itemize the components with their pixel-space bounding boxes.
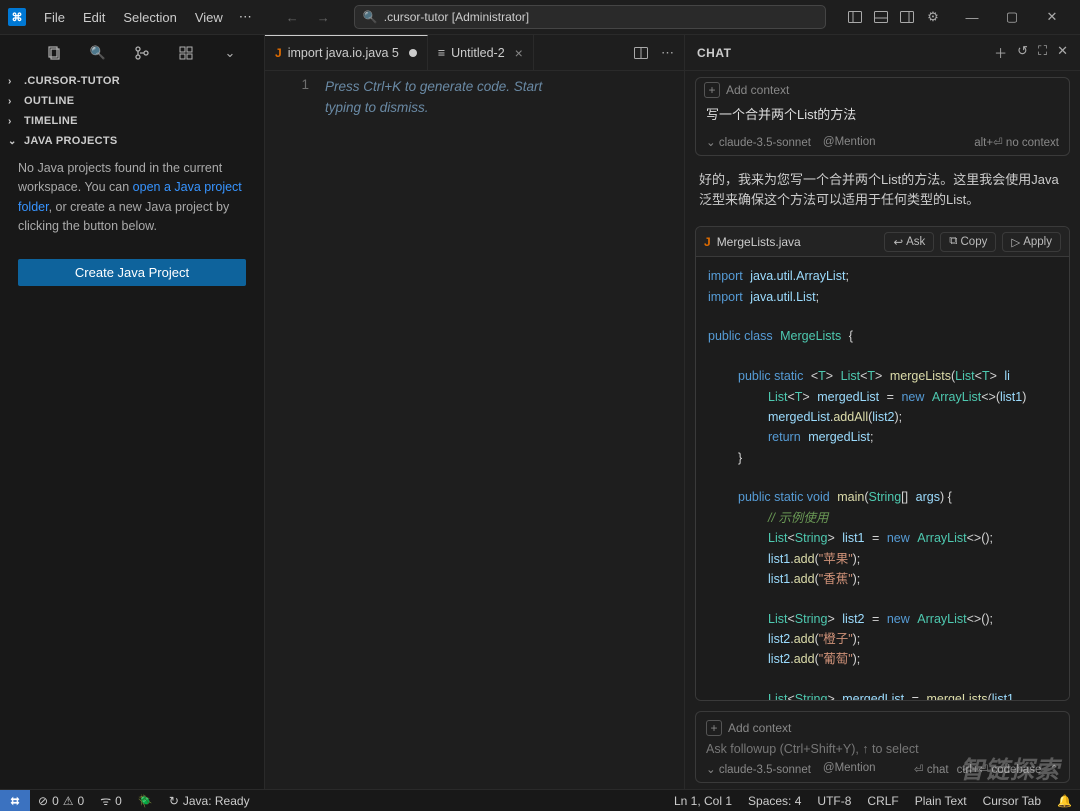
split-editor-icon[interactable] <box>633 45 649 61</box>
section-outline[interactable]: ›OUTLINE <box>0 91 264 111</box>
section-timeline[interactable]: ›TIMELINE <box>0 111 264 131</box>
source-control-icon[interactable] <box>134 45 150 61</box>
status-errors[interactable]: ⊘0 ⚠0 <box>30 794 92 808</box>
chat-new-icon[interactable]: ＋ <box>994 43 1007 62</box>
explorer-files-icon[interactable] <box>46 45 62 61</box>
add-context-label[interactable]: Add context <box>726 83 789 97</box>
hint-codebase: ctrl+⏎ codebase <box>957 762 1042 776</box>
assistant-reply: 好的，我来为您写一个合并两个List的方法。这里我会使用Java泛型来确保这个方… <box>685 162 1080 218</box>
menu-more-icon[interactable]: ⋯ <box>231 5 262 29</box>
menu-edit[interactable]: Edit <box>75 6 113 29</box>
code-copy-button[interactable]: ⧉ Copy <box>940 232 996 252</box>
status-encoding[interactable]: UTF-8 <box>809 794 859 808</box>
error-icon: ⊘ <box>38 794 48 808</box>
chevron-down-icon[interactable]: ⌄ <box>222 45 238 61</box>
add-context-icon[interactable]: + <box>704 82 720 98</box>
status-ln-col[interactable]: Ln 1, Col 1 <box>666 794 740 808</box>
chat-close-icon[interactable]: ✕ <box>1057 43 1068 62</box>
editor-placeholder-2: typing to dismiss. <box>325 98 542 119</box>
line-number: 1 <box>301 77 309 92</box>
spinner-icon: ↻ <box>169 794 179 808</box>
menu-view[interactable]: View <box>187 6 231 29</box>
add-context-label[interactable]: Add context <box>728 721 791 735</box>
code-apply-button[interactable]: ▷ Apply <box>1002 232 1061 252</box>
mention-button[interactable]: @Mention <box>823 136 876 148</box>
menu-bar: File Edit Selection View <box>36 6 231 29</box>
code-block: J MergeLists.java ↩ Ask ⧉ Copy ▷ Apply im… <box>695 226 1070 701</box>
status-spaces[interactable]: Spaces: 4 <box>740 794 809 808</box>
radio-icon: ᯤ <box>100 792 111 809</box>
followup-mention[interactable]: @Mention <box>823 762 876 776</box>
tab-close-icon[interactable]: × <box>515 45 523 61</box>
layout-panel-bottom-icon[interactable] <box>872 8 890 26</box>
create-java-project-button[interactable]: Create Java Project <box>18 259 246 286</box>
window-close-icon[interactable]: ✕ <box>1032 3 1072 31</box>
java-file-icon: J <box>704 235 711 249</box>
nav-back-icon[interactable]: ← <box>282 6 303 29</box>
status-ports[interactable]: ᯤ0 <box>92 792 130 809</box>
code-content[interactable]: import java.util.ArrayList; import java.… <box>696 257 1069 701</box>
status-debug-icon[interactable]: 🪲 <box>130 794 161 808</box>
explorer-search-icon[interactable]: 🔍 <box>90 45 106 61</box>
file-icon: ≡ <box>438 46 445 60</box>
tab-untitled[interactable]: ≡ Untitled-2 × <box>428 35 534 70</box>
menu-file[interactable]: File <box>36 6 73 29</box>
search-icon: 🔍 <box>363 10 378 24</box>
layout-panel-right-icon[interactable] <box>898 8 916 26</box>
app-logo: ⌘ <box>8 8 26 26</box>
nav-forward-icon[interactable]: → <box>313 6 334 29</box>
more-actions-icon[interactable]: ⋯ <box>661 45 674 61</box>
status-eol[interactable]: CRLF <box>859 794 906 808</box>
window-minimize-icon[interactable]: — <box>952 3 992 31</box>
chat-history-icon[interactable]: ↺ <box>1017 43 1028 62</box>
status-language[interactable]: Plain Text <box>907 794 975 808</box>
settings-gear-icon[interactable]: ⚙ <box>924 8 942 26</box>
add-context-icon[interactable]: + <box>706 720 722 736</box>
status-java[interactable]: ↻Java: Ready <box>161 794 258 808</box>
menu-selection[interactable]: Selection <box>115 6 184 29</box>
editor-placeholder: Press Ctrl+K to generate code. Start <box>325 77 542 98</box>
followup-box: + Add context Ask followup (Ctrl+Shift+Y)… <box>695 711 1070 783</box>
hint-more[interactable]: ⌃ <box>1049 762 1059 776</box>
model-picker[interactable]: ⌄ claude-3.5-sonnet <box>706 135 811 149</box>
omnibox-text: .cursor-tutor [Administrator] <box>384 10 529 24</box>
java-projects-body: No Java projects found in the current wo… <box>0 151 264 245</box>
section-java-projects[interactable]: ⌄JAVA PROJECTS <box>0 131 264 151</box>
extensions-icon[interactable] <box>178 45 194 61</box>
java-file-icon: J <box>275 46 282 60</box>
code-filename: MergeLists.java <box>717 235 801 249</box>
tab-java-file[interactable]: J import java.io.java 5 <box>265 35 428 70</box>
command-center[interactable]: 🔍 .cursor-tutor [Administrator] <box>354 5 826 29</box>
window-maximize-icon[interactable]: ▢ <box>992 3 1032 31</box>
editor-area[interactable]: 1 Press Ctrl+K to generate code. Start t… <box>265 71 684 789</box>
followup-model-picker[interactable]: ⌄ claude-3.5-sonnet <box>706 762 811 776</box>
chat-user-prompt[interactable]: 写一个合并两个List的方法 <box>696 102 1069 131</box>
remote-indicator[interactable] <box>0 790 30 811</box>
status-cursor-tab[interactable]: Cursor Tab <box>975 794 1049 808</box>
section-cursor-tutor[interactable]: ›.CURSOR-TUTOR <box>0 71 264 91</box>
hint-chat: ⏎ chat <box>914 762 949 776</box>
no-context-hint: alt+⏎ no context <box>974 135 1059 149</box>
chat-dock-icon[interactable]: ⛶ <box>1038 43 1047 62</box>
chat-title: CHAT <box>697 46 731 60</box>
code-ask-button[interactable]: ↩ Ask <box>884 232 934 252</box>
status-bell-icon[interactable]: 🔔 <box>1049 794 1080 808</box>
warning-icon: ⚠ <box>63 794 74 808</box>
followup-input[interactable]: Ask followup (Ctrl+Shift+Y), ↑ to select <box>706 740 1059 762</box>
chat-input-box: + Add context 写一个合并两个List的方法 ⌄ claude-3.5… <box>695 77 1070 156</box>
dirty-indicator-icon <box>409 49 417 57</box>
layout-panel-left-icon[interactable] <box>846 8 864 26</box>
